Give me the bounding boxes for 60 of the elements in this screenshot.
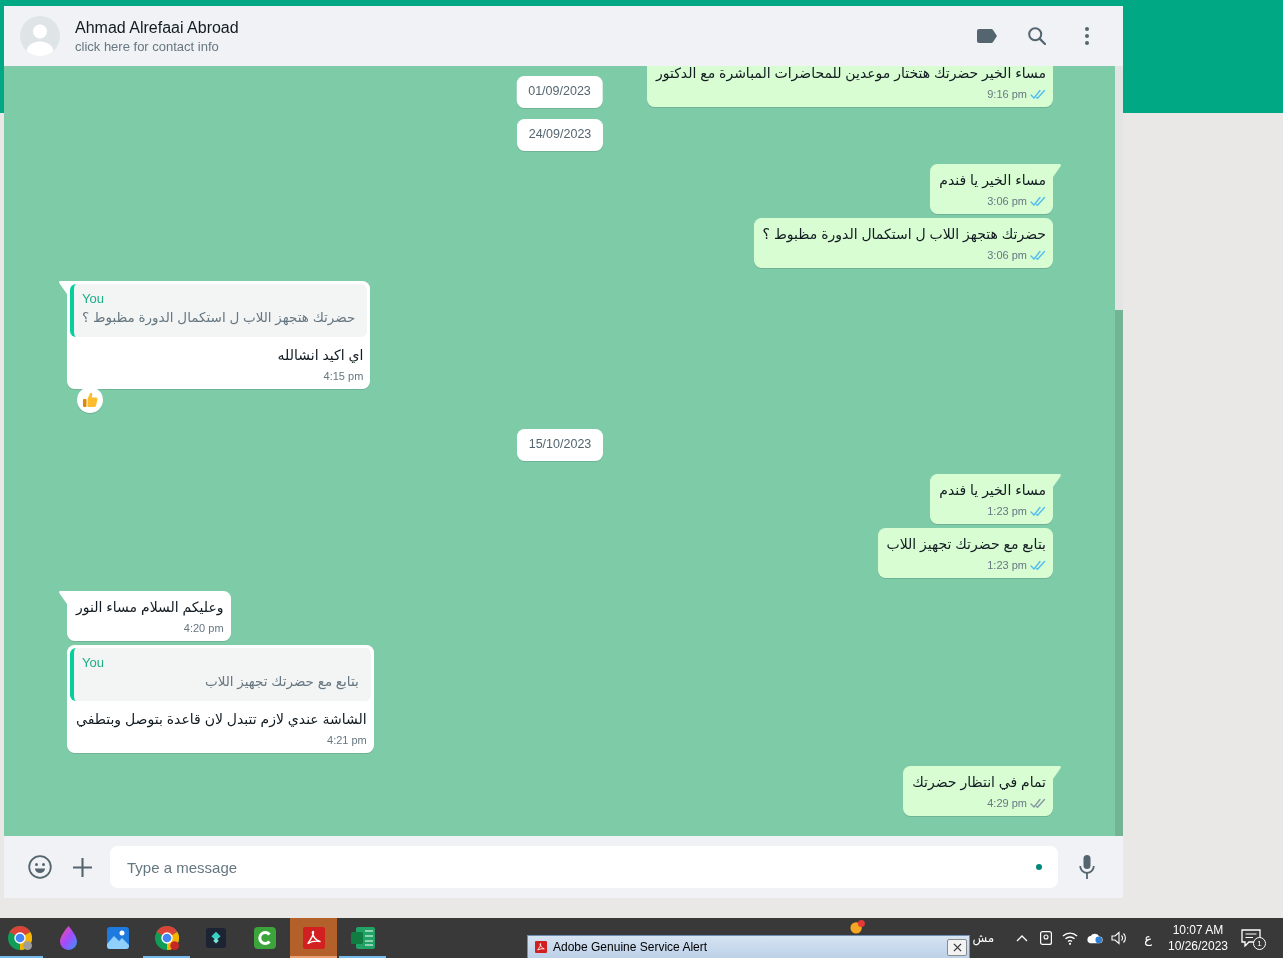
message-input[interactable]: Type a message [110, 846, 1058, 888]
close-button[interactable] [947, 938, 967, 956]
quote-text: حضرتك هتجهز اللاب ل استكمال الدورة مظبوط ؟ [82, 309, 356, 328]
contact-info-link[interactable]: click here for contact info [75, 37, 219, 56]
chevron-up-icon[interactable] [1016, 934, 1029, 942]
message-text: مساء الخير يا فندم [939, 171, 1046, 190]
quote-text: بتابع مع حضرتك تجهيز اللاب [203, 673, 359, 692]
dot-icon [1036, 864, 1042, 870]
thumbs-up-icon[interactable] [76, 386, 104, 414]
weather-text[interactable]: مش [972, 930, 995, 946]
wifi-icon[interactable] [1062, 931, 1079, 945]
quote-author: You [82, 654, 104, 672]
input-language[interactable]: ع [1144, 930, 1152, 946]
menu-icon [1085, 27, 1089, 45]
message-time: 4:20 pm [183, 621, 224, 636]
message-text: تمام في انتظار حضرتك [912, 773, 1046, 792]
message-text: مساء الخير حضرتك هتختار موعدين للمحاضرات المباشرة مع الدكتور [655, 66, 1046, 83]
drop-icon [60, 926, 77, 950]
search-icon [1028, 27, 1046, 45]
landscape-icon [106, 927, 129, 949]
message-time: 3:06 pm [987, 248, 1027, 263]
close-icon [952, 942, 962, 952]
notification-count: 1 [1253, 937, 1266, 950]
speaker-icon[interactable] [1111, 931, 1128, 945]
browser-icon [154, 926, 179, 950]
message-text: حضرتك هتجهز اللاب ل استكمال الدورة مظبوط ؟ [762, 225, 1046, 244]
swirl-icon [535, 941, 547, 953]
notification-icon[interactable] [1241, 929, 1261, 947]
contact-name[interactable]: Ahmad Alrefaai Abroad [75, 16, 239, 38]
quote-author: You [82, 290, 104, 308]
message-text: اي اكيد انشالله [276, 346, 364, 365]
date-separator: 15/10/2023 [516, 429, 604, 461]
message-time: 1:23 pm [987, 558, 1027, 573]
message-text: وعليكم السلام مساء النور [76, 598, 224, 617]
browser-icon [7, 926, 32, 950]
message-time: 4:15 pm [323, 369, 364, 384]
scrollbar-thumb[interactable] [1115, 310, 1123, 836]
message-time: 4:21 pm [327, 733, 367, 748]
tag-icon [977, 29, 997, 43]
swirl-icon [302, 927, 325, 949]
message-text: بتابع مع حضرتك تجهيز اللاب [886, 535, 1046, 554]
message-time: 9:16 pm [987, 87, 1027, 102]
ring-icon [253, 927, 276, 949]
cloud-icon[interactable] [1086, 932, 1104, 944]
clock-date[interactable]: 10/26/2023 [1167, 938, 1229, 954]
message-text: مساء الخير يا فندم [939, 481, 1046, 500]
smiley-icon [28, 855, 52, 879]
message-time: 4:29 pm [987, 796, 1027, 811]
date-separator: 01/09/2023 [516, 76, 603, 108]
plus-icon [72, 857, 92, 877]
message-time: 3:06 pm [987, 194, 1027, 209]
message-text: الشاشة عندي لازم تتبدل لان قاعدة بتوصل وبتطفي [76, 710, 367, 729]
date-separator: 24/09/2023 [516, 119, 604, 151]
spreadsheet-icon [350, 927, 375, 949]
message-time: 1:23 pm [987, 504, 1027, 519]
device-icon[interactable] [1040, 931, 1053, 945]
window-title: Adobe Genuine Service Alert [553, 939, 708, 955]
clock-time[interactable]: 10:07 AM [1172, 922, 1224, 938]
sun-icon[interactable] [848, 920, 865, 934]
microphone-icon [1079, 855, 1095, 879]
